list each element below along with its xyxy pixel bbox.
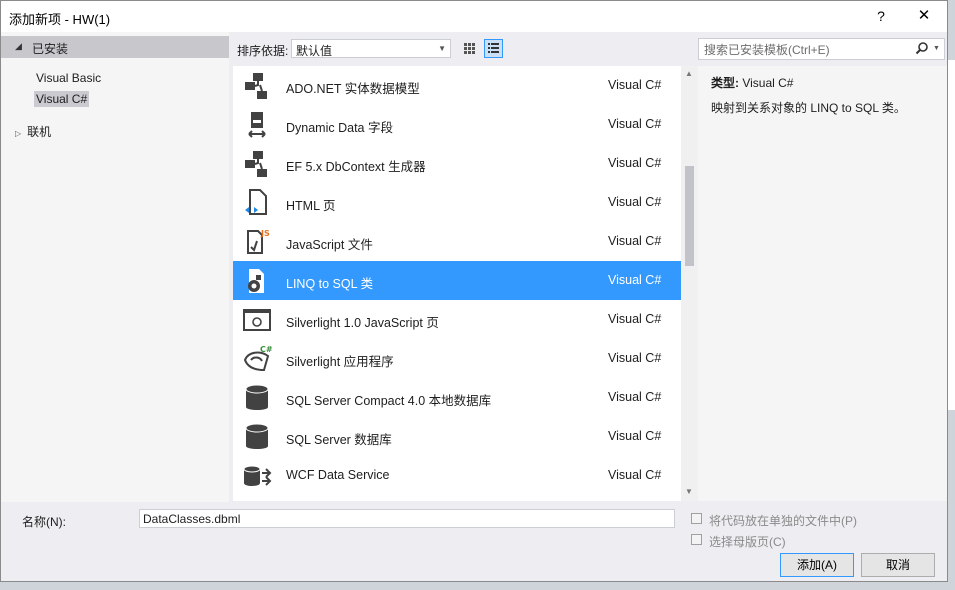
template-name: Silverlight 应用程序 <box>286 355 394 369</box>
template-item[interactable]: ADO.NET 实体数据模型 Visual C# <box>233 66 681 105</box>
chevron-down-icon: ▼ <box>438 44 446 53</box>
cancel-button[interactable]: 取消 <box>861 553 935 577</box>
collapsed-triangle-icon: ▷ <box>15 129 22 138</box>
info-type-value: Visual C# <box>742 76 794 90</box>
scroll-down-icon[interactable]: ▼ <box>685 487 693 496</box>
grid-view-button[interactable] <box>460 39 479 58</box>
template-info-panel: 类型: Visual C# 映射到关系对象的 LINQ to SQL 类。 <box>698 66 947 501</box>
template-item[interactable]: EF 5.x DbContext 生成器 Visual C# <box>233 144 681 183</box>
separate-file-label: 将代码放在单独的文件中(P) <box>709 514 857 528</box>
close-button[interactable]: ✕ <box>909 6 939 26</box>
template-language: Visual C# <box>608 195 662 209</box>
template-language: Visual C# <box>608 312 662 326</box>
template-language: Visual C# <box>608 351 662 365</box>
svg-text:C#: C# <box>260 345 272 354</box>
search-input[interactable] <box>702 40 911 60</box>
scroll-up-icon[interactable]: ▲ <box>685 69 693 78</box>
template-name: WCF Data Service <box>286 468 390 482</box>
add-new-item-dialog: 添加新项 - HW(1) ? ✕ ◢ 已安装 Visual Basic Visu… <box>0 0 948 582</box>
template-name: Silverlight 1.0 JavaScript 页 <box>286 316 439 330</box>
database-icon <box>245 384 269 410</box>
add-button[interactable]: 添加(A) <box>780 553 854 577</box>
tree-node-installed[interactable]: ◢ 已安装 <box>1 36 229 58</box>
template-language: Visual C# <box>608 273 662 287</box>
master-page-label: 选择母版页(C) <box>709 535 786 549</box>
background-ide-strip <box>948 60 955 410</box>
template-item[interactable]: Dynamic Data 字段 Visual C# <box>233 105 681 144</box>
template-language: Visual C# <box>608 468 662 482</box>
list-view-button[interactable] <box>484 39 503 58</box>
separate-file-checkbox[interactable] <box>691 513 702 524</box>
template-item[interactable]: HTML 页 Visual C# <box>233 183 681 222</box>
sort-dropdown-value: 默认值 <box>296 44 333 58</box>
tree-node-label: 联机 <box>27 125 52 139</box>
template-language: Visual C# <box>608 156 662 170</box>
dialog-title: 添加新项 - HW(1) <box>9 12 111 27</box>
help-button[interactable]: ? <box>869 6 893 26</box>
search-box[interactable]: ▼ <box>698 38 945 60</box>
template-name: JavaScript 文件 <box>286 238 373 252</box>
template-list: ADO.NET 实体数据模型 Visual C# Dynamic Data 字段… <box>233 66 681 501</box>
database-icon <box>245 423 269 449</box>
template-name: SQL Server 数据库 <box>286 433 392 447</box>
template-item-selected[interactable]: LINQ to SQL 类 Visual C# <box>233 261 681 300</box>
info-description: 映射到关系对象的 LINQ to SQL 类。 <box>711 101 906 115</box>
template-language: Visual C# <box>608 234 662 248</box>
search-icon[interactable] <box>915 41 929 55</box>
name-input[interactable] <box>139 509 675 528</box>
ado-net-entity-icon <box>245 73 267 99</box>
silverlight-app-icon: C# <box>243 345 272 372</box>
template-item[interactable]: JS JavaScript 文件 Visual C# <box>233 222 681 261</box>
template-item[interactable]: SQL Server 数据库 Visual C# <box>233 417 681 456</box>
template-item[interactable]: WCF Data Service Visual C# <box>233 456 681 495</box>
template-item[interactable]: C# Silverlight 应用程序 Visual C# <box>233 339 681 378</box>
template-language: Visual C# <box>608 429 662 443</box>
template-language: Visual C# <box>608 78 662 92</box>
sort-dropdown[interactable]: 默认值 ▼ <box>291 39 451 58</box>
template-item[interactable]: Silverlight 1.0 JavaScript 页 Visual C# <box>233 300 681 339</box>
template-language: Visual C# <box>608 117 662 131</box>
javascript-file-icon: JS <box>247 229 270 254</box>
title-bar: 添加新项 - HW(1) ? ✕ <box>1 1 947 32</box>
sort-label: 排序依据: <box>237 44 289 58</box>
template-category-tree: ◢ 已安装 Visual Basic Visual C# ▷ 联机 <box>1 32 229 502</box>
chevron-down-icon[interactable]: ▼ <box>933 45 940 52</box>
grid-view-icon <box>464 43 475 54</box>
scrollbar-thumb[interactable] <box>685 166 694 266</box>
silverlight-js-page-icon <box>243 309 271 331</box>
linq-to-sql-icon <box>248 269 264 293</box>
tree-item-visual-csharp[interactable]: Visual C# <box>34 91 90 107</box>
tree-node-online[interactable]: ▷ 联机 <box>15 123 51 140</box>
template-name: Dynamic Data 字段 <box>286 121 393 135</box>
template-name: HTML 页 <box>286 199 336 213</box>
tree-item-visual-basic[interactable]: Visual Basic <box>34 70 103 86</box>
template-item[interactable]: SQL Server Compact 4.0 本地数据库 Visual C# <box>233 378 681 417</box>
template-name: EF 5.x DbContext 生成器 <box>286 160 426 174</box>
template-name: SQL Server Compact 4.0 本地数据库 <box>286 394 492 408</box>
template-name: ADO.NET 实体数据模型 <box>286 82 420 96</box>
dynamic-data-field-icon <box>248 112 266 138</box>
svg-text:JS: JS <box>260 229 270 238</box>
list-view-icon <box>488 43 499 53</box>
name-label: 名称(N): <box>22 515 66 529</box>
template-name: LINQ to SQL 类 <box>286 277 374 291</box>
template-language: Visual C# <box>608 390 662 404</box>
wcf-data-service-icon <box>243 465 272 486</box>
expanded-triangle-icon: ◢ <box>15 41 22 51</box>
info-type: 类型: Visual C# <box>711 74 793 91</box>
tree-node-label: 已安装 <box>32 42 69 56</box>
html-page-icon <box>245 189 267 215</box>
master-page-checkbox[interactable] <box>691 534 702 545</box>
info-type-label: 类型: <box>711 76 739 90</box>
template-list-scrollbar[interactable]: ▲ ▼ <box>681 66 698 501</box>
ef-dbcontext-icon <box>245 151 267 177</box>
